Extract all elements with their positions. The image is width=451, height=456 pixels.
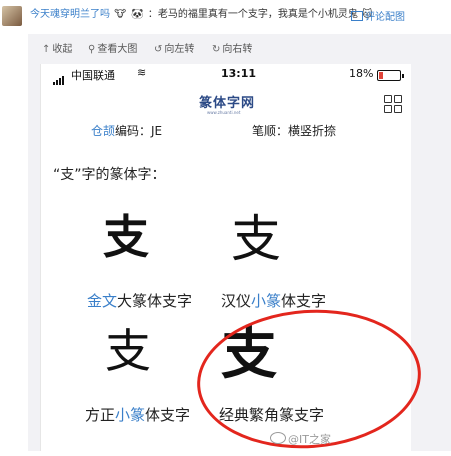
comment-username[interactable]: 今天魂穿明兰了吗	[30, 9, 110, 20]
collapse-label: 收起	[52, 44, 73, 55]
rotate-left-icon: ↺	[154, 44, 163, 55]
caption-jinwen-rest: 大篆体支字	[117, 292, 193, 310]
view-large-label: 查看大图	[97, 44, 138, 55]
watermark-text: @IT之家	[288, 433, 331, 446]
stroke-order: 笔顺：横竖折捺	[252, 124, 337, 138]
weibo-logo-icon	[270, 432, 286, 444]
comment-body: ：老马的福里真有一个支字，我真是个小机灵鬼	[147, 9, 358, 20]
wifi-icon: ≋	[137, 66, 147, 79]
battery-percent: 18%	[349, 67, 374, 80]
grid-menu-icon[interactable]	[384, 95, 402, 113]
seal-glyph-jinwen: 支	[103, 210, 149, 264]
caption-fangzheng-rest: 体支字	[145, 406, 191, 424]
signal-icon	[53, 72, 65, 85]
section-title: “支”字的篆体字：	[53, 167, 166, 183]
view-large-button[interactable]: ⚲ 查看大图	[88, 34, 137, 66]
watermark: @IT之家	[270, 431, 331, 447]
caption-hanyi-link[interactable]: 小篆	[251, 292, 281, 310]
site-header: 篆体字网 www.zhuanti.net	[41, 86, 411, 120]
battery-cap	[402, 74, 404, 78]
seal-glyph-hanyi: 支	[231, 210, 281, 268]
caption-fangzheng-brand: 方正	[85, 406, 116, 424]
caption-jinwen-link[interactable]: 金文	[87, 292, 117, 310]
view-comment-pic-link[interactable]: 评论配图	[351, 8, 405, 23]
caption-hanyi-rest: 体支字	[281, 292, 327, 310]
collapse-icon: ↑	[42, 44, 51, 55]
seal-glyph-fangzheng: 支	[105, 324, 151, 378]
battery-icon	[377, 70, 404, 81]
emoji-panda-icon: 🐼	[131, 9, 144, 20]
photo-toolbar: ↑ 收起 ⚲ 查看大图 ↺ 向左转 ↻ 向右转	[28, 34, 451, 66]
site-logo-url: www.zhuanti.net	[207, 110, 241, 115]
cangjie-value: 编码：JE	[115, 124, 163, 138]
screenshot-image[interactable]: 中国联通 ≋ 13:11 18% 篆体字网 www.zhuanti.net 仓颉…	[40, 64, 426, 456]
comment-row: 今天魂穿明兰了吗 🐮 🐼 ：老马的福里真有一个支字，我真是个小机灵鬼 🐱 评论配…	[0, 0, 451, 30]
carrier-name: 中国联通	[71, 69, 115, 82]
magnifier-icon: ⚲	[88, 44, 96, 55]
caption-fangzheng-link[interactable]: 小篆	[115, 406, 145, 424]
status-bar: 中国联通 ≋ 13:11 18%	[41, 64, 411, 86]
rotate-left-button[interactable]: ↺ 向左转	[154, 34, 194, 66]
rotate-right-label: 向右转	[222, 44, 253, 55]
rotate-right-icon: ↻	[212, 44, 221, 55]
rotate-right-button[interactable]: ↻ 向右转	[212, 34, 252, 66]
battery-fill	[379, 72, 383, 79]
caption-fangzheng: 方正小篆体支字	[85, 404, 190, 425]
caption-jinwen: 金文大篆体支字	[87, 290, 192, 311]
view-comment-pic-label: 评论配图	[365, 12, 405, 23]
caption-hanyi-brand: 汉仪	[221, 292, 252, 310]
comment-text: 今天魂穿明兰了吗 🐮 🐼 ：老马的福里真有一个支字，我真是个小机灵鬼 🐱	[30, 8, 373, 22]
site-logo[interactable]: 篆体字网	[199, 92, 255, 111]
image-icon	[351, 11, 363, 21]
status-clock: 13:11	[221, 67, 257, 80]
rotate-left-label: 向左转	[164, 44, 195, 55]
collapse-button[interactable]: ↑ 收起	[42, 34, 72, 66]
cangjie-code: 仓颉编码：JE	[91, 122, 162, 139]
caption-hanyi: 汉仪小篆体支字	[221, 290, 326, 311]
emoji-cow-icon: 🐮	[114, 9, 127, 20]
avatar[interactable]	[2, 6, 22, 26]
cangjie-link[interactable]: 仓颉	[91, 124, 115, 138]
